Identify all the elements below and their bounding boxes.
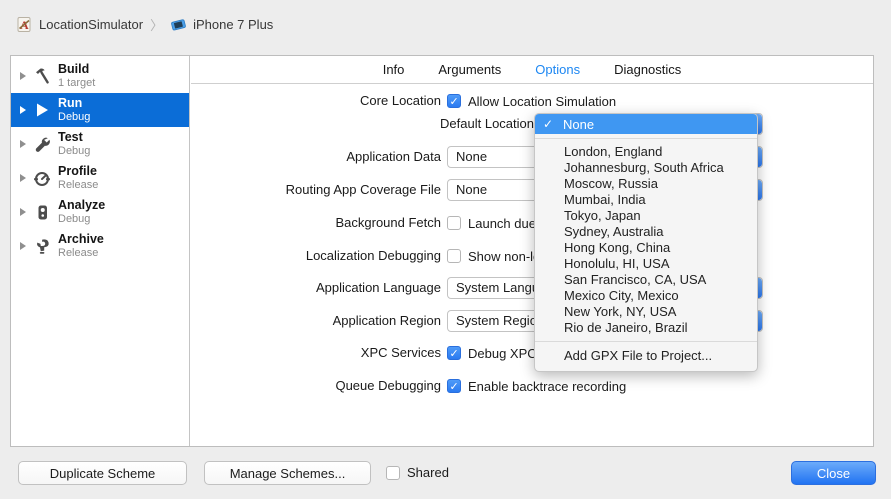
menu-item-add-gpx[interactable]: Add GPX File to Project... <box>535 348 757 364</box>
queue-debugging-row: Enable backtrace recording <box>447 378 626 394</box>
scheme-subtitle: Debug <box>58 111 90 124</box>
shared-checkbox[interactable] <box>386 466 400 480</box>
allow-location-simulation-row: Allow Location Simulation <box>447 93 616 109</box>
sidebar-item-test[interactable]: Test Debug <box>11 127 189 161</box>
sidebar-item-profile[interactable]: Profile Release <box>11 161 189 195</box>
scheme-subtitle: Release <box>58 247 104 260</box>
xpc-services-label: XPC Services <box>191 345 441 361</box>
checkbox-label: Enable backtrace recording <box>468 379 626 394</box>
scheme-title: Profile <box>58 165 98 178</box>
core-location-label: Core Location <box>191 93 441 109</box>
disclosure-triangle-icon[interactable] <box>20 174 26 182</box>
menu-item-city[interactable]: Rio de Janeiro, Brazil <box>535 320 757 336</box>
disclosure-triangle-icon[interactable] <box>20 72 26 80</box>
gauge-icon <box>32 168 52 188</box>
background-fetch-row: Launch due t <box>447 215 543 231</box>
sidebar-item-analyze[interactable]: Analyze Debug <box>11 195 189 229</box>
disclosure-triangle-icon[interactable] <box>20 208 26 216</box>
scheme-sidebar: Build 1 target Run Debug <box>11 56 190 446</box>
xpc-services-row: Debug XPC s <box>447 345 547 361</box>
scheme-subtitle: Release <box>58 179 98 192</box>
shared-row: Shared <box>386 465 449 480</box>
scheme-editor-window: A LocationSimulator 〉 iPhone 7 Plus <box>0 0 891 499</box>
manage-schemes-button[interactable]: Manage Schemes... <box>204 461 371 485</box>
application-language-label: Application Language <box>191 280 441 296</box>
allow-location-simulation-checkbox[interactable] <box>447 94 461 108</box>
scheme-title: Archive <box>58 233 104 246</box>
checkbox-label: Show non-lo <box>468 249 540 264</box>
scheme-subtitle: Debug <box>58 213 105 226</box>
menu-item-none[interactable]: ✓ None <box>535 114 757 134</box>
sidebar-item-run[interactable]: Run Debug <box>11 93 189 127</box>
scheme-title: Analyze <box>58 199 105 212</box>
localization-debugging-row: Show non-lo <box>447 248 540 264</box>
analyze-icon <box>32 202 52 222</box>
breadcrumb-project[interactable]: LocationSimulator <box>39 17 143 32</box>
disclosure-triangle-icon[interactable] <box>20 140 26 148</box>
hammer-icon <box>32 66 52 86</box>
queue-debugging-label: Queue Debugging <box>191 378 441 394</box>
application-data-label: Application Data <box>191 149 441 165</box>
sidebar-item-build[interactable]: Build 1 target <box>11 59 189 93</box>
select-value: System Region <box>456 311 544 331</box>
breadcrumb-device[interactable]: iPhone 7 Plus <box>193 17 273 32</box>
menu-item-city[interactable]: Sydney, Australia <box>535 224 757 240</box>
menu-item-city[interactable]: Mumbai, India <box>535 192 757 208</box>
scheme-title: Test <box>58 131 90 144</box>
breadcrumb-separator-icon: 〉 <box>149 15 164 34</box>
shared-label: Shared <box>407 465 449 480</box>
routing-app-coverage-label: Routing App Coverage File <box>191 182 441 198</box>
menu-item-city[interactable]: New York, NY, USA <box>535 304 757 320</box>
archive-icon <box>32 236 52 256</box>
options-pane: Info Arguments Options Diagnostics Core … <box>191 56 873 446</box>
iphone-device-icon <box>170 16 187 33</box>
scheme-title: Build <box>58 63 95 76</box>
checkbox-label: Allow Location Simulation <box>468 94 616 109</box>
scheme-title: Run <box>58 97 90 110</box>
tab-bar: Info Arguments Options Diagnostics <box>191 56 873 84</box>
disclosure-triangle-icon[interactable] <box>20 106 26 114</box>
menu-item-city[interactable]: Tokyo, Japan <box>535 208 757 224</box>
tab-info[interactable]: Info <box>383 62 405 77</box>
wrench-icon <box>32 134 52 154</box>
tab-options[interactable]: Options <box>535 62 580 77</box>
tab-arguments[interactable]: Arguments <box>438 62 501 77</box>
xcode-project-icon: A <box>16 16 33 33</box>
menu-item-label: None <box>563 117 594 132</box>
tab-diagnostics[interactable]: Diagnostics <box>614 62 681 77</box>
menu-item-city[interactable]: Mexico City, Mexico <box>535 288 757 304</box>
localization-debugging-label: Localization Debugging <box>191 248 441 264</box>
scheme-subtitle: 1 target <box>58 77 95 90</box>
menu-item-city[interactable]: London, England <box>535 144 757 160</box>
menu-item-city[interactable]: San Francisco, CA, USA <box>535 272 757 288</box>
close-button[interactable]: Close <box>791 461 876 485</box>
localization-debugging-checkbox[interactable] <box>447 249 461 263</box>
menu-item-city[interactable]: Johannesburg, South Africa <box>535 160 757 176</box>
default-location-menu: ✓ None London, England Johannesburg, Sou… <box>534 113 758 372</box>
menu-item-city[interactable]: Moscow, Russia <box>535 176 757 192</box>
checkmark-icon: ✓ <box>543 117 555 131</box>
application-region-label: Application Region <box>191 313 441 329</box>
scheme-subtitle: Debug <box>58 145 90 158</box>
duplicate-scheme-button[interactable]: Duplicate Scheme <box>18 461 187 485</box>
disclosure-triangle-icon[interactable] <box>20 242 26 250</box>
select-value: None <box>456 147 487 167</box>
checkbox-label: Launch due t <box>468 216 543 231</box>
default-location-label: Default Location <box>191 116 534 132</box>
menu-item-city[interactable]: Hong Kong, China <box>535 240 757 256</box>
breadcrumb: A LocationSimulator 〉 iPhone 7 Plus <box>16 14 273 34</box>
select-value: None <box>456 180 487 200</box>
background-fetch-label: Background Fetch <box>191 215 441 231</box>
scheme-editor-panel: Build 1 target Run Debug <box>10 55 874 447</box>
select-value: System Langua <box>456 278 546 298</box>
play-icon <box>32 100 52 120</box>
xpc-services-checkbox[interactable] <box>447 346 461 360</box>
background-fetch-checkbox[interactable] <box>447 216 461 230</box>
queue-debugging-checkbox[interactable] <box>447 379 461 393</box>
menu-item-city[interactable]: Honolulu, HI, USA <box>535 256 757 272</box>
sidebar-item-archive[interactable]: Archive Release <box>11 229 189 263</box>
